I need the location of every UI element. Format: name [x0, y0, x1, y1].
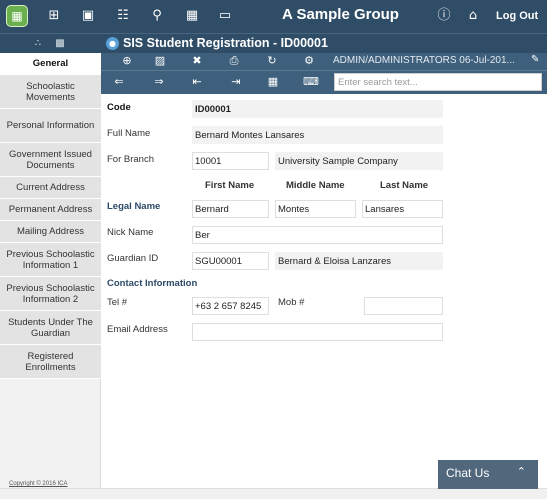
branch-label: For Branch — [107, 154, 154, 165]
email-input[interactable] — [192, 323, 443, 341]
guardian-id-label: Guardian ID — [107, 253, 159, 264]
chevron-up-icon[interactable]: ⌃ — [517, 465, 526, 478]
code-field: ID00001 — [192, 100, 443, 118]
sidebar-header: ∴ ▩ — [0, 33, 101, 53]
sidebar-item-students-under-guardian[interactable]: Students Under The Guardian — [0, 311, 101, 345]
last-name-input[interactable]: Lansares — [362, 200, 443, 218]
sidebar-item-previous-schoolastic-1[interactable]: Previous Schoolastic Information 1 — [0, 243, 101, 277]
help-icon[interactable]: ⓘ — [434, 6, 454, 26]
general-form: Code ID00001 Full Name Bernard Montes La… — [101, 94, 547, 488]
sidebar-item-mailing-address[interactable]: Mailing Address — [0, 221, 101, 243]
previous-record-icon[interactable]: ⇐ — [111, 75, 127, 89]
sidebar-item-previous-schoolastic-2[interactable]: Previous Schoolastic Information 2 — [0, 277, 101, 311]
top-bar: ▦ ⊞ ▣ ☷ ⚲ ▦ ▭ A Sample Group ⓘ ⌂ Log Out — [0, 0, 547, 33]
keyboard-icon[interactable]: ⌨ — [303, 75, 319, 89]
sidebar-item-government-issued-documents[interactable]: Government Issued Documents — [0, 143, 101, 177]
picture-icon[interactable]: ▩ — [53, 37, 67, 51]
sidebar-item-schoolastic-movements[interactable]: Schoolastic Movements — [0, 75, 101, 109]
tel-input[interactable]: +63 2 657 8245 — [192, 297, 269, 315]
sidebar-item-registered-enrollments[interactable]: Registered Enrollments — [0, 345, 101, 379]
logout-button[interactable]: Log Out — [496, 10, 538, 22]
full-name-field: Bernard Montes Lansares — [192, 126, 443, 144]
chat-bubble-icon[interactable]: ▭ — [215, 6, 235, 26]
copyright-link[interactable]: Copyright © 2016 ICA — [9, 481, 67, 487]
legal-name-label: Legal Name — [107, 201, 161, 212]
user-info: ADMIN/ADMINISTRATORS 06-Jul-201... — [333, 55, 515, 66]
mob-input[interactable] — [364, 297, 443, 315]
module-icon: ● — [106, 37, 119, 50]
list-view-icon[interactable]: ▦ — [265, 75, 281, 89]
nickname-label: Nick Name — [107, 227, 154, 238]
branch-name-field: University Sample Company — [275, 152, 443, 170]
email-label: Email Address — [107, 324, 168, 335]
guardian-id-input[interactable]: SGU00001 — [192, 252, 269, 270]
cancel-icon[interactable]: ✖ — [189, 54, 205, 68]
middle-name-header: Middle Name — [286, 180, 345, 191]
mob-label: Mob # — [278, 297, 305, 308]
middle-name-input[interactable]: Montes — [275, 200, 356, 218]
last-name-header: Last Name — [380, 180, 429, 191]
first-name-input[interactable]: Bernard — [192, 200, 269, 218]
app-title: A Sample Group — [282, 6, 399, 23]
chat-label: Chat Us — [446, 466, 490, 480]
code-label: Code — [107, 102, 131, 113]
home-icon[interactable]: ⌂ — [463, 6, 483, 26]
module-header: ● SIS Student Registration - ID00001 — [101, 33, 547, 53]
sidebar-item-current-address[interactable]: Current Address — [0, 177, 101, 199]
image-icon[interactable]: ▣ — [78, 6, 98, 26]
add-icon[interactable]: ⊕ — [119, 54, 135, 68]
sidebar-item-permanent-address[interactable]: Permanent Address — [0, 199, 101, 221]
guardian-name-field: Bernard & Eloisa Lanzares — [275, 252, 443, 270]
search-input[interactable] — [334, 73, 542, 91]
nickname-input[interactable]: Ber — [192, 226, 443, 244]
tel-label: Tel # — [107, 297, 128, 308]
sidebar-item-personal-information[interactable]: Personal Information — [0, 109, 101, 143]
full-name-label: Full Name — [107, 128, 151, 139]
refresh-icon[interactable]: ↻ — [264, 54, 280, 68]
attachment-icon[interactable]: ∴ — [31, 37, 45, 51]
logo-icon[interactable]: ▦ — [6, 5, 28, 27]
grid-icon[interactable]: ⊞ — [44, 6, 64, 26]
first-record-icon[interactable]: ⇤ — [189, 75, 205, 89]
module-title: SIS Student Registration - ID00001 — [123, 36, 328, 50]
calendar-icon[interactable]: ▦ — [182, 6, 202, 26]
print-icon[interactable]: ⎙ — [226, 54, 242, 68]
next-record-icon[interactable]: ⇒ — [151, 75, 167, 89]
save-icon[interactable]: ▨ — [152, 54, 168, 68]
branch-code-input[interactable]: 10001 — [192, 152, 269, 170]
chat-widget[interactable]: Chat Us ⌃ — [438, 460, 538, 489]
sidebar-item-general[interactable]: General — [0, 53, 101, 75]
org-chart-icon[interactable]: ☷ — [113, 6, 133, 26]
settings-icon[interactable]: ⚙ — [301, 54, 317, 68]
eraser-icon[interactable]: ✎ — [531, 54, 539, 65]
last-record-icon[interactable]: ⇥ — [228, 75, 244, 89]
search-key-icon[interactable]: ⚲ — [147, 6, 167, 26]
first-name-header: First Name — [205, 180, 255, 191]
horizontal-scrollbar[interactable] — [0, 488, 547, 499]
toolbar-primary: ⊕ ▨ ✖ ⎙ ↻ ⚙ ADMIN/ADMINISTRATORS 06-Jul-… — [101, 53, 547, 70]
sidebar: General Schoolastic Movements Personal I… — [0, 53, 101, 488]
contact-information-heading: Contact Information — [107, 278, 198, 289]
